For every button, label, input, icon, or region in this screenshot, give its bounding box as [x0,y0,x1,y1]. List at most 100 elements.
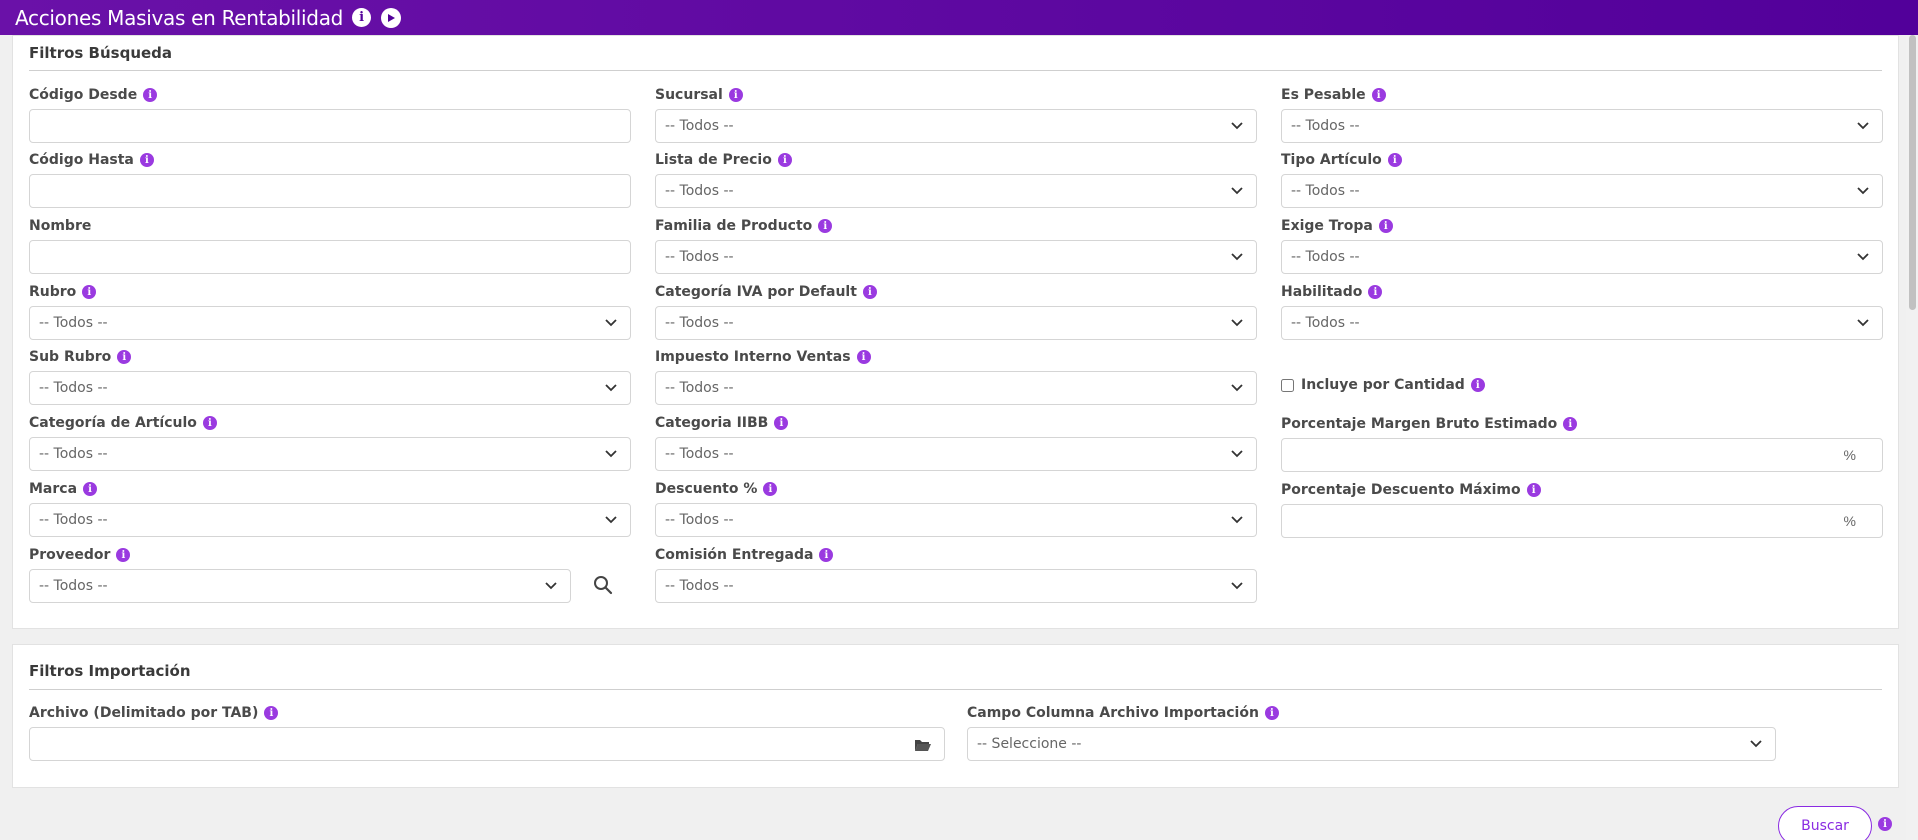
chevron-down-icon [1231,319,1243,327]
proveedor-label: Proveedor [29,547,111,563]
chevron-down-icon [1231,253,1243,261]
buscar-button[interactable]: Buscar [1778,806,1872,840]
play-icon[interactable] [381,7,402,28]
chevron-down-icon [605,450,617,458]
info-icon[interactable]: i [777,153,792,167]
es-pesable-select[interactable]: -- Todos -- [1281,109,1883,143]
descuento-select[interactable]: -- Todos -- [655,503,1257,537]
info-icon[interactable]: i [728,88,743,102]
folder-open-icon[interactable] [914,738,932,752]
tipo-articulo-label: Tipo Artículo [1281,152,1382,168]
rubro-group: Rubro i -- Todos -- [29,283,631,340]
rubro-select[interactable]: -- Todos -- [29,306,631,340]
impuesto-interno-group: Impuesto Interno Ventas i -- Todos -- [655,348,1257,405]
nombre-input[interactable] [29,240,631,274]
vertical-scrollbar[interactable] [1906,35,1918,840]
lista-precio-select[interactable]: -- Todos -- [655,174,1257,208]
lista-precio-group: Lista de Precio i -- Todos -- [655,151,1257,208]
section-title: Filtros Búsqueda [29,44,173,62]
es-pesable-group: Es Pesable i -- Todos -- [1281,86,1883,143]
categoria-articulo-group: Categoría de Artículo i -- Todos -- [29,414,631,471]
archivo-file-input[interactable] [29,727,945,761]
incluye-cantidad-checkbox-row[interactable]: Incluye por Cantidad i [1281,377,1485,393]
section-divider [29,70,1882,71]
comision-select[interactable]: -- Todos -- [655,569,1257,603]
chevron-down-icon [1231,516,1243,524]
top-bar: Acciones Masivas en Rentabilidad i [0,0,1918,35]
search-icon[interactable] [592,574,614,596]
info-icon[interactable]: i [1264,706,1279,720]
categoria-articulo-label: Categoría de Artículo [29,415,197,431]
descuento-group: Descuento % i -- Todos -- [655,480,1257,537]
info-icon[interactable]: i [1526,483,1541,497]
info-icon[interactable]: i [117,350,132,364]
categoria-iva-group: Categoría IVA por Default i -- Todos -- [655,283,1257,340]
info-icon[interactable]: i [1387,153,1402,167]
descuento-label: Descuento % [655,481,758,497]
chevron-down-icon [1857,253,1869,261]
comision-group: Comisión Entregada i -- Todos -- [655,546,1257,603]
habilitado-select[interactable]: -- Todos -- [1281,306,1883,340]
codigo-desde-input[interactable] [29,109,631,143]
info-icon[interactable]: i [139,153,154,167]
info-icon[interactable]: i [352,8,372,27]
incluye-cantidad-checkbox[interactable] [1281,378,1294,392]
categoria-iibb-group: Categoria IIBB i -- Todos -- [655,414,1257,471]
chevron-down-icon [1231,384,1243,392]
info-icon[interactable]: i [763,482,778,496]
marca-group: Marca i -- Todos -- [29,480,631,537]
chevron-down-icon [605,384,617,392]
info-icon[interactable]: i [82,285,97,299]
chevron-down-icon [1231,122,1243,130]
descuento-maximo-group: Porcentaje Descuento Máximo i % [1281,481,1883,538]
categoria-iva-select[interactable]: -- Todos -- [655,306,1257,340]
percent-suffix: % [1843,447,1856,463]
categoria-articulo-select[interactable]: -- Todos -- [29,437,631,471]
info-icon[interactable]: i [1878,817,1892,831]
incluye-cantidad-label: Incluye por Cantidad [1301,377,1465,393]
info-icon[interactable]: i [819,548,834,562]
info-icon[interactable]: i [1371,88,1386,102]
sub-rubro-select[interactable]: -- Todos -- [29,371,631,405]
descuento-maximo-input[interactable]: % [1281,504,1883,538]
filtros-busqueda-card: Filtros Búsqueda Código Desde i Código Ha… [12,35,1899,629]
tipo-articulo-select[interactable]: -- Todos -- [1281,174,1883,208]
categoria-iibb-select[interactable]: -- Todos -- [655,437,1257,471]
lista-precio-label: Lista de Precio [655,152,772,168]
info-icon[interactable]: i [856,350,871,364]
campo-columna-select[interactable]: -- Seleccione -- [967,727,1776,761]
page-title: Acciones Masivas en Rentabilidad [15,5,344,30]
filtros-importacion-card: Filtros Importación Archivo (Delimitado … [12,644,1899,788]
marca-select[interactable]: -- Todos -- [29,503,631,537]
info-icon[interactable]: i [774,416,789,430]
info-icon[interactable]: i [1368,285,1383,299]
margen-bruto-input[interactable]: % [1281,438,1883,472]
codigo-hasta-input[interactable] [29,174,631,208]
info-icon[interactable]: i [862,285,877,299]
scrollbar-thumb[interactable] [1909,35,1916,310]
es-pesable-label: Es Pesable [1281,87,1366,103]
familia-producto-select[interactable]: -- Todos -- [655,240,1257,274]
impuesto-interno-select[interactable]: -- Todos -- [655,371,1257,405]
info-icon[interactable]: i [202,416,217,430]
proveedor-select[interactable]: -- Todos -- [29,569,571,603]
info-icon[interactable]: i [1563,417,1578,431]
campo-columna-label: Campo Columna Archivo Importación [967,705,1259,721]
info-icon[interactable]: i [1378,219,1393,233]
info-icon[interactable]: i [143,88,158,102]
exige-tropa-select[interactable]: -- Todos -- [1281,240,1883,274]
exige-tropa-label: Exige Tropa [1281,218,1373,234]
rubro-label: Rubro [29,284,77,300]
campo-columna-group: Campo Columna Archivo Importación i -- Se… [967,704,1776,761]
sucursal-select[interactable]: -- Todos -- [655,109,1257,143]
section-divider [29,689,1882,690]
archivo-label: Archivo (Delimitado por TAB) [29,705,259,721]
sub-rubro-label: Sub Rubro [29,349,112,365]
info-icon[interactable]: i [264,706,279,720]
info-icon[interactable]: i [116,548,131,562]
info-icon[interactable]: i [1470,378,1485,392]
info-icon[interactable]: i [83,482,98,496]
tipo-articulo-group: Tipo Artículo i -- Todos -- [1281,151,1883,208]
categoria-iva-label: Categoría IVA por Default [655,284,857,300]
info-icon[interactable]: i [818,219,833,233]
